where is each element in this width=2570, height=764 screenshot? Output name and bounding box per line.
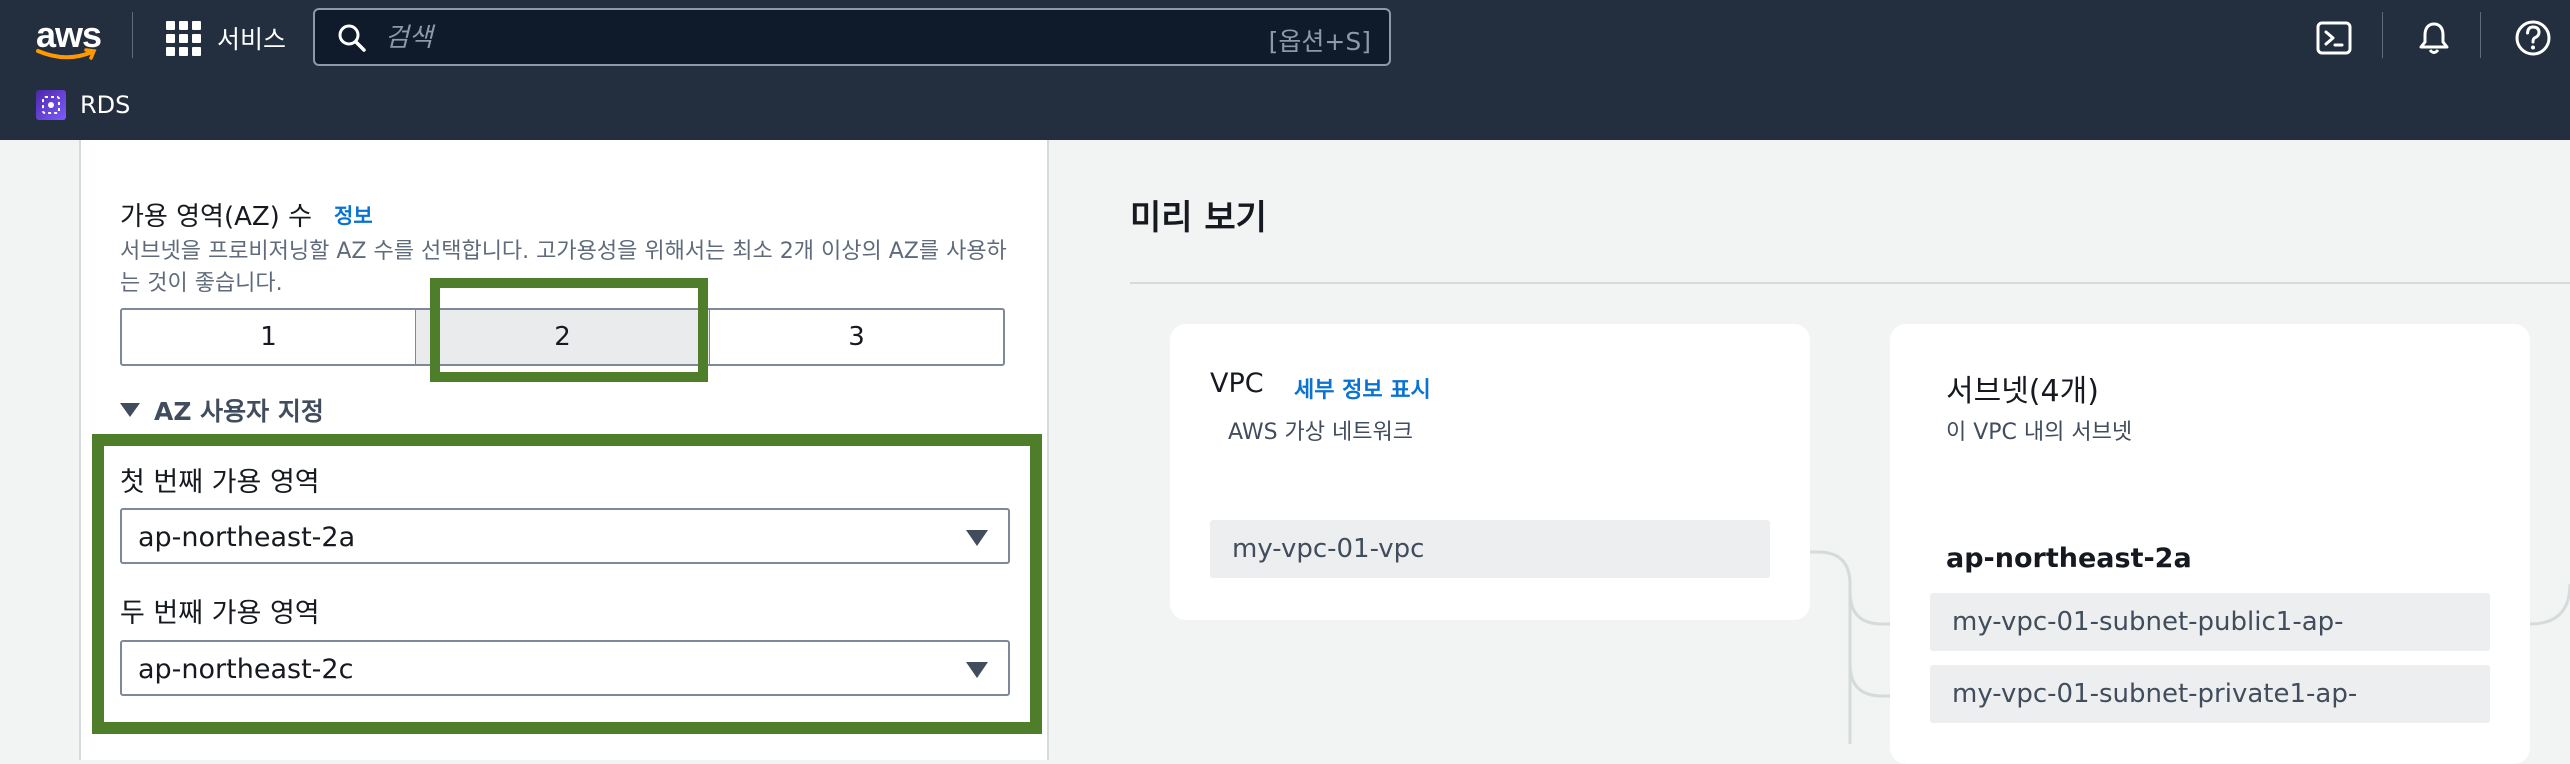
rds-icon xyxy=(36,90,66,120)
customize-az-toggle[interactable]: AZ 사용자 지정 xyxy=(120,392,324,428)
vpc-card-title: VPC xyxy=(1210,368,1264,399)
customize-az-label: AZ 사용자 지정 xyxy=(154,397,324,426)
caret-down-icon xyxy=(120,403,140,417)
service-shortcut-rds[interactable]: RDS xyxy=(36,90,130,120)
vpc-details-link[interactable]: 세부 정보 표시 xyxy=(1294,372,1431,404)
preview-title: 미리 보기 xyxy=(1130,198,1267,238)
first-az-value: ap-northeast-2a xyxy=(138,522,356,553)
divider xyxy=(1130,282,2570,284)
az-count-description: 서브넷을 프로비저닝할 AZ 수를 선택합니다. 고가용성을 위해서는 최소 2… xyxy=(120,239,1007,296)
caret-down-icon xyxy=(966,530,988,546)
rds-label: RDS xyxy=(80,91,131,119)
services-label: 서비스 xyxy=(217,25,287,54)
search-icon xyxy=(338,24,366,52)
second-az-select[interactable]: ap-northeast-2c xyxy=(120,640,1010,696)
divider xyxy=(2480,12,2481,58)
first-az-select[interactable]: ap-northeast-2a xyxy=(120,508,1010,564)
az-option-2[interactable]: 2 xyxy=(416,310,710,364)
top-navigation: aws 서비스 [옵션+S] xyxy=(0,0,2570,140)
aws-smile-icon xyxy=(36,48,97,60)
divider xyxy=(132,12,133,58)
apps-grid-icon xyxy=(166,20,201,56)
search-box[interactable]: [옵션+S] xyxy=(313,8,1391,66)
az-option-1[interactable]: 1 xyxy=(122,310,416,364)
subnets-card-title: 서브넷(4개) xyxy=(1946,374,2099,409)
az-count-segmented-control: 1 2 3 xyxy=(120,308,1005,366)
second-az-value: ap-northeast-2c xyxy=(138,654,354,685)
cloudshell-icon[interactable] xyxy=(2314,18,2354,58)
help-icon[interactable] xyxy=(2513,18,2553,58)
search-shortcut-hint: [옵션+S] xyxy=(1268,27,1371,56)
caret-down-icon xyxy=(966,662,988,678)
az-info-link[interactable]: 정보 xyxy=(334,200,373,230)
subnets-card-subtitle: 이 VPC 내의 서브넷 xyxy=(1946,420,2133,445)
first-az-label: 첫 번째 가용 영역 xyxy=(120,467,320,498)
search-input[interactable] xyxy=(383,16,1187,60)
aws-logo[interactable]: aws xyxy=(36,14,102,60)
az-count-title: 가용 영역(AZ) 수 xyxy=(120,202,313,232)
subnet-item[interactable]: my-vpc-01-subnet-public1-ap- xyxy=(1930,593,2490,651)
subnet-az-heading: ap-northeast-2a xyxy=(1946,543,2192,574)
az-option-3[interactable]: 3 xyxy=(710,310,1003,364)
second-az-label: 두 번째 가용 영역 xyxy=(120,598,320,629)
vpc-card-subtitle: AWS 가상 네트워크 xyxy=(1228,420,1413,445)
subnet-item[interactable]: my-vpc-01-subnet-private1-ap- xyxy=(1930,665,2490,723)
vpc-resource-item[interactable]: my-vpc-01-vpc xyxy=(1210,520,1770,578)
divider xyxy=(2382,12,2383,58)
bell-icon[interactable] xyxy=(2414,18,2454,58)
services-menu-button[interactable]: 서비스 xyxy=(166,20,286,56)
